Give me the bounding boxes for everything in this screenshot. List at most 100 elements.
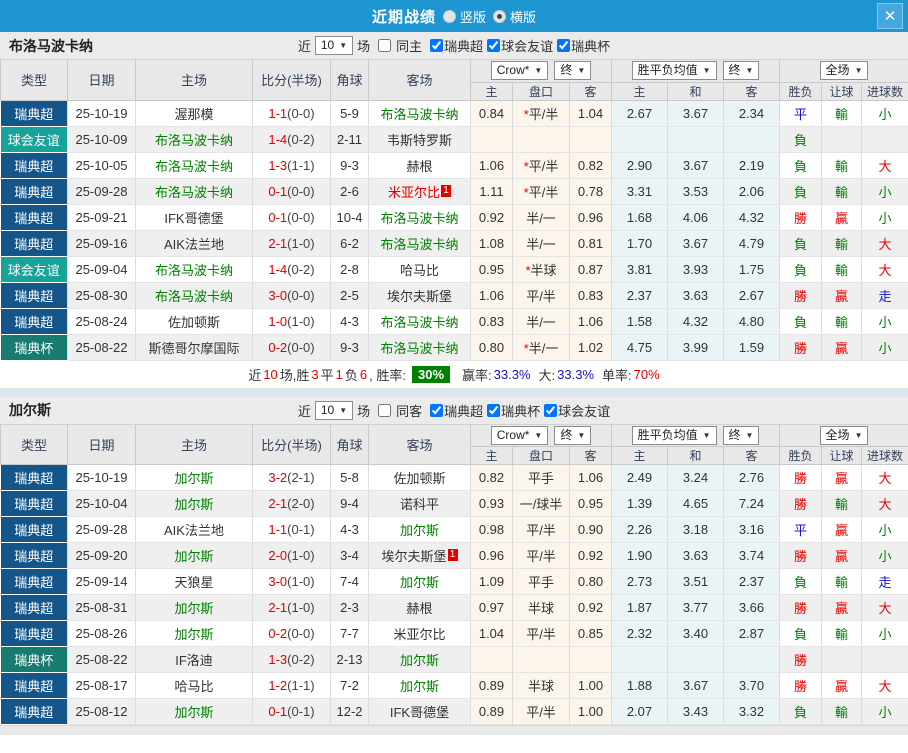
mean-draw-cell: 3.67 xyxy=(667,672,724,699)
match-count-select[interactable]: 10 ▼ xyxy=(314,400,354,420)
score-cell: 0-2(0-0) xyxy=(252,334,331,361)
col-date: 日期 xyxy=(67,60,136,101)
goals-result-cell: 大 xyxy=(861,256,908,283)
league-type-cell: 瑞典超 xyxy=(0,672,68,699)
league-type-cell: 瑞典超 xyxy=(0,568,68,595)
handicap-result-cell: 贏 xyxy=(821,334,863,361)
handicap-cell: 半球 xyxy=(512,672,570,699)
mean-home-cell: 1.88 xyxy=(611,672,668,699)
result-cell: 負 xyxy=(779,256,823,283)
matches-table: 类型 日期 主场 比分(半场) 角球 客场 Crow* ▼ 终 ▼ 胜平负均值 ▼ 终… xyxy=(0,424,908,725)
close-button[interactable]: ✕ xyxy=(877,3,903,29)
col-odds-home: 主 xyxy=(470,446,513,465)
score-cell: 1-3(0-2) xyxy=(252,646,331,673)
away-team-cell: 加尔斯 xyxy=(368,568,471,595)
handicap-result-cell: 贏 xyxy=(821,542,863,569)
result-cell: 勝 xyxy=(779,282,823,309)
odds-source-select[interactable]: Crow* ▼ xyxy=(490,61,549,81)
checkbox-checked-icon[interactable] xyxy=(487,39,501,52)
result-cell: 勝 xyxy=(779,672,823,699)
home-odds-cell: 0.92 xyxy=(470,204,513,231)
away-team-cell: 布洛马波卡纳 xyxy=(368,230,471,257)
result-cell: 負 xyxy=(779,568,823,595)
handicap-result-cell: 輸 xyxy=(821,178,863,205)
home-team-cell: 布洛马波卡纳 xyxy=(135,178,253,205)
mean-draw-cell: 4.32 xyxy=(667,308,724,335)
home-odds-cell: 0.83 xyxy=(470,308,513,335)
layout-radio-horizontal[interactable]: 横版 xyxy=(493,7,536,26)
league-type-cell: 瑞典超 xyxy=(0,152,68,179)
mean-odds-select[interactable]: 胜平负均值 ▼ xyxy=(631,425,717,445)
mean-draw-cell: 3.77 xyxy=(667,594,724,621)
mean-draw-cell: 3.18 xyxy=(667,516,724,543)
matches-label: 场 xyxy=(357,39,371,54)
home-odds-cell: 0.97 xyxy=(470,594,513,621)
same-venue-checkbox[interactable] xyxy=(378,39,392,52)
match-date-cell: 25-10-04 xyxy=(67,490,136,517)
mean-away-cell: 3.16 xyxy=(723,516,781,543)
league-type-cell: 瑞典超 xyxy=(0,594,68,621)
corners-cell: 2-3 xyxy=(330,594,369,621)
mean-away-cell: 1.59 xyxy=(723,334,781,361)
team-section: 布洛马波卡纳 近 10▼ 场 同主 瑞典超球会友谊瑞典杯 类型 日期 主场 xyxy=(0,32,908,389)
score-cell: 2-0(1-0) xyxy=(252,542,331,569)
match-row: 球会友谊 25-09-04 布洛马波卡纳 1-4(0-2) 2-8 哈马比 0.95 *半球 0… xyxy=(0,256,908,283)
handicap-result-cell: 贏 xyxy=(821,464,863,491)
away-odds-cell: 0.80 xyxy=(569,568,612,595)
league-checkbox[interactable]: 瑞典超 xyxy=(426,36,483,55)
match-date-cell: 25-10-09 xyxy=(67,126,136,153)
league-checkbox[interactable]: 瑞典杯 xyxy=(483,401,540,420)
checkbox-checked-icon[interactable] xyxy=(487,403,501,417)
col-score: 比分(半场) xyxy=(252,424,331,465)
radio-unchecked-icon xyxy=(442,9,456,23)
score-cell: 2-1(2-0) xyxy=(252,490,331,517)
odds-final-select[interactable]: 终 ▼ xyxy=(554,425,592,445)
league-checkbox[interactable]: 球会友谊 xyxy=(540,401,610,420)
handicap-result-cell: 輸 xyxy=(821,568,863,595)
mean-final-select[interactable]: 终 ▼ xyxy=(722,61,760,81)
away-odds-cell: 1.06 xyxy=(569,308,612,335)
goals-result-cell: 大 xyxy=(861,230,908,257)
home-team-cell: IF洛迪 xyxy=(135,646,253,673)
scope-select[interactable]: 全场 ▼ xyxy=(819,425,869,445)
col-corners: 角球 xyxy=(330,60,369,101)
checkbox-checked-icon[interactable] xyxy=(430,403,444,417)
match-count-select[interactable]: 10 ▼ xyxy=(314,36,354,55)
team-name: 布洛马波卡纳 xyxy=(9,37,93,54)
mean-final-select[interactable]: 终 ▼ xyxy=(722,425,760,445)
checkbox-checked-icon[interactable] xyxy=(544,403,558,417)
mean-draw-cell: 4.06 xyxy=(667,204,724,231)
goals-result-cell: 小 xyxy=(861,100,908,127)
match-row: 瑞典杯 25-08-22 IF洛迪 1-3(0-2) 2-13 加尔斯 勝 xyxy=(0,646,908,673)
odds-final-select[interactable]: 终 ▼ xyxy=(554,61,592,81)
league-checkbox[interactable]: 球会友谊 xyxy=(483,36,553,55)
chevron-down-icon: ▼ xyxy=(854,430,863,440)
team-name: 加尔斯 xyxy=(9,402,51,418)
odds-source-select[interactable]: Crow* ▼ xyxy=(490,425,549,445)
mean-away-cell: 2.87 xyxy=(723,620,781,647)
scope-select[interactable]: 全场 ▼ xyxy=(819,61,869,81)
score-cell: 3-0(1-0) xyxy=(252,568,331,595)
checkbox-checked-icon[interactable] xyxy=(557,39,571,52)
mean-away-cell: 2.67 xyxy=(723,282,781,309)
match-row: 瑞典超 25-09-16 AIK法兰地 2-1(1-0) 6-2 布洛马波卡纳 1.08 半/… xyxy=(0,230,908,257)
checkbox-checked-icon[interactable] xyxy=(430,39,444,52)
handicap-cell: 半/一 xyxy=(512,230,570,257)
home-odds-cell: 0.95 xyxy=(470,256,513,283)
away-team-cell: 布洛马波卡纳 xyxy=(368,100,471,127)
same-venue-checkbox[interactable] xyxy=(378,403,392,417)
col-mean-home: 主 xyxy=(611,446,668,465)
layout-radio-vertical[interactable]: 竖版 xyxy=(442,7,486,26)
mean-draw-cell xyxy=(667,126,724,153)
mean-away-cell: 2.19 xyxy=(723,152,781,179)
mean-odds-select[interactable]: 胜平负均值 ▼ xyxy=(631,61,717,81)
same-venue-label: 同客 xyxy=(396,403,423,419)
league-checkbox[interactable]: 瑞典杯 xyxy=(553,36,610,55)
corners-cell: 10-4 xyxy=(330,204,369,231)
goals-result-cell xyxy=(861,126,908,153)
mean-home-cell: 1.68 xyxy=(611,204,668,231)
league-checkbox[interactable]: 瑞典超 xyxy=(426,401,483,420)
score-cell: 0-1(0-1) xyxy=(252,698,331,725)
goals-result-cell: 小 xyxy=(861,178,908,205)
handicap-cell: 半球 xyxy=(512,594,570,621)
